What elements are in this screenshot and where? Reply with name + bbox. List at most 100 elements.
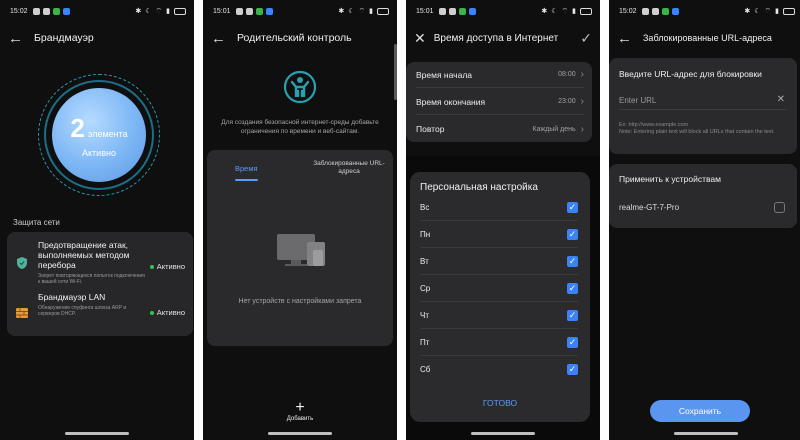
back-arrow-icon[interactable]: ← xyxy=(8,30,26,47)
status-bar: 15:01 ✱ ☾ ⌔ ▮ xyxy=(416,4,592,18)
protection-count: 2 xyxy=(70,112,85,143)
day-row[interactable]: Вс ✓ xyxy=(420,194,578,221)
back-arrow-icon[interactable]: ← xyxy=(617,30,635,47)
list-item-brute-force[interactable]: Предотвращение атак, выполняемых методом… xyxy=(15,240,185,285)
header: ← Брандмауэр xyxy=(8,26,186,50)
checkbox-checked[interactable]: ✓ xyxy=(567,364,578,375)
wifi-icon: ⌔ xyxy=(561,7,569,15)
app-icon xyxy=(671,7,679,15)
card-title: Применить к устройствам xyxy=(619,174,721,184)
signal-icon: ▮ xyxy=(166,8,170,15)
page-title: Заблокированные URL-адреса xyxy=(643,33,772,43)
checkbox-checked[interactable]: ✓ xyxy=(567,336,578,348)
row-label: Время окончания xyxy=(416,96,486,107)
battery-icon xyxy=(174,7,186,15)
scrollbar[interactable] xyxy=(394,44,397,100)
app-icon xyxy=(52,7,60,15)
tab-blocked-urls[interactable]: Заблокированные URL-адреса xyxy=(311,160,387,176)
app-icon xyxy=(458,7,466,15)
save-button[interactable]: Сохранить xyxy=(650,400,750,422)
status-time: 15:01 xyxy=(416,7,434,15)
day-label: Вс xyxy=(420,202,430,212)
status-bar: 15:01 ✱ ☾ ⌔ ▮ xyxy=(213,4,389,18)
time-settings-card: Время начала 08:00 › Время окончания 23:… xyxy=(406,62,592,142)
list-item-lan-firewall[interactable]: Брандмауэр LAN Обнаружение спуфинга шлюз… xyxy=(15,292,185,320)
protection-status-orb: 2 элемента Активно xyxy=(52,88,146,182)
checkbox-checked[interactable]: ✓ xyxy=(567,228,578,240)
device-name: realme-GT-7-Pro xyxy=(619,202,680,212)
notification-icon xyxy=(651,7,659,15)
row-label: Время начала xyxy=(416,69,473,80)
chevron-right-icon: › xyxy=(580,96,584,107)
bluetooth-icon: ✱ xyxy=(135,8,142,15)
day-row[interactable]: Чт ✓ xyxy=(420,302,578,329)
tab-time[interactable]: Время xyxy=(235,164,258,181)
done-button[interactable]: ГОТОВО xyxy=(410,398,590,408)
checkbox-checked[interactable]: ✓ xyxy=(567,282,578,294)
gesture-bar[interactable] xyxy=(471,432,535,435)
shield-icon xyxy=(17,257,27,269)
plus-icon: + xyxy=(295,399,305,416)
notification-icon xyxy=(448,7,456,15)
network-protection-card: Предотвращение атак, выполняемых методом… xyxy=(7,232,193,336)
back-arrow-icon[interactable]: ← xyxy=(211,30,229,47)
checkbox-checked[interactable]: ✓ xyxy=(567,201,578,213)
status-text: Активно xyxy=(156,262,185,271)
devices-illustration-icon xyxy=(277,234,325,266)
gesture-bar[interactable] xyxy=(65,432,129,435)
notification-icon xyxy=(245,7,253,15)
header: ← Родительский контроль xyxy=(211,26,389,50)
day-row[interactable]: Вт ✓ xyxy=(420,248,578,275)
status-dot xyxy=(149,264,154,269)
moon-icon: ☾ xyxy=(754,8,761,15)
system-icons: ✱ ☾ ⌔ ▮ xyxy=(135,7,186,16)
parental-control-screen: 15:01 ✱ ☾ ⌔ ▮ ← Родительский контроль Дл… xyxy=(203,0,397,440)
brick-wall-icon xyxy=(16,308,28,318)
app-icon xyxy=(62,7,70,15)
notification-icons xyxy=(438,7,476,15)
moon-icon: ☾ xyxy=(145,8,152,15)
wifi-icon: ⌔ xyxy=(155,7,163,15)
page-description: Для создания безопасной интернет-среды д… xyxy=(221,119,379,135)
wifi-icon: ⌔ xyxy=(358,7,366,15)
day-label: Ср xyxy=(420,283,431,293)
day-row[interactable]: Сб ✓ xyxy=(420,356,578,383)
sheet-title: Персональная настройка xyxy=(420,182,538,193)
confirm-check-icon[interactable]: ✓ xyxy=(580,30,592,47)
battery-icon xyxy=(783,7,795,15)
day-label: Пт xyxy=(420,337,430,347)
checkbox-unchecked[interactable] xyxy=(774,201,785,213)
day-label: Чт xyxy=(420,310,429,320)
blocked-urls-screen: 15:02 ✱ ☾ ⌔ ▮ ← Заблокированные URL-адре… xyxy=(609,0,800,440)
day-label: Вт xyxy=(420,256,429,266)
repeat-row[interactable]: Повтор Каждый день › xyxy=(416,116,584,142)
add-button[interactable]: + Добавить xyxy=(278,399,322,423)
close-icon[interactable]: ✕ xyxy=(414,30,426,47)
protection-count-unit: элемента xyxy=(87,128,128,139)
end-time-row[interactable]: Время окончания 23:00 › xyxy=(416,89,584,115)
system-icons: ✱ ☾ ⌔ ▮ xyxy=(744,7,795,16)
card-title: Введите URL-адрес для блокировки xyxy=(619,69,762,79)
status-badge: Активно xyxy=(149,308,185,317)
checkbox-checked[interactable]: ✓ xyxy=(567,309,578,321)
checkbox-checked[interactable]: ✓ xyxy=(567,255,578,267)
status-time: 15:02 xyxy=(619,7,637,15)
clear-icon[interactable]: ✕ xyxy=(777,94,785,105)
app-icon xyxy=(468,7,476,15)
start-time-row[interactable]: Время начала 08:00 › xyxy=(416,62,584,88)
battery-icon xyxy=(377,7,389,15)
url-input[interactable] xyxy=(619,92,787,110)
status-bar: 15:02 ✱ ☾ ⌔ ▮ xyxy=(619,4,795,18)
gesture-bar[interactable] xyxy=(268,432,332,435)
item-title: Брандмауэр LAN xyxy=(38,292,106,302)
page-title: Брандмауэр xyxy=(34,32,94,44)
day-row[interactable]: Ср ✓ xyxy=(420,275,578,302)
day-row[interactable]: Пн ✓ xyxy=(420,221,578,248)
gesture-bar[interactable] xyxy=(674,432,738,435)
day-row[interactable]: Пт ✓ xyxy=(420,329,578,356)
battery-icon xyxy=(580,7,592,15)
apply-devices-card: Применить к устройствам realme-GT-7-Pro xyxy=(609,164,797,228)
device-row[interactable]: realme-GT-7-Pro xyxy=(619,198,785,216)
item-description: Запрет повторяющихся попыток подключения… xyxy=(38,273,145,285)
status-badge: Активно xyxy=(149,262,185,271)
